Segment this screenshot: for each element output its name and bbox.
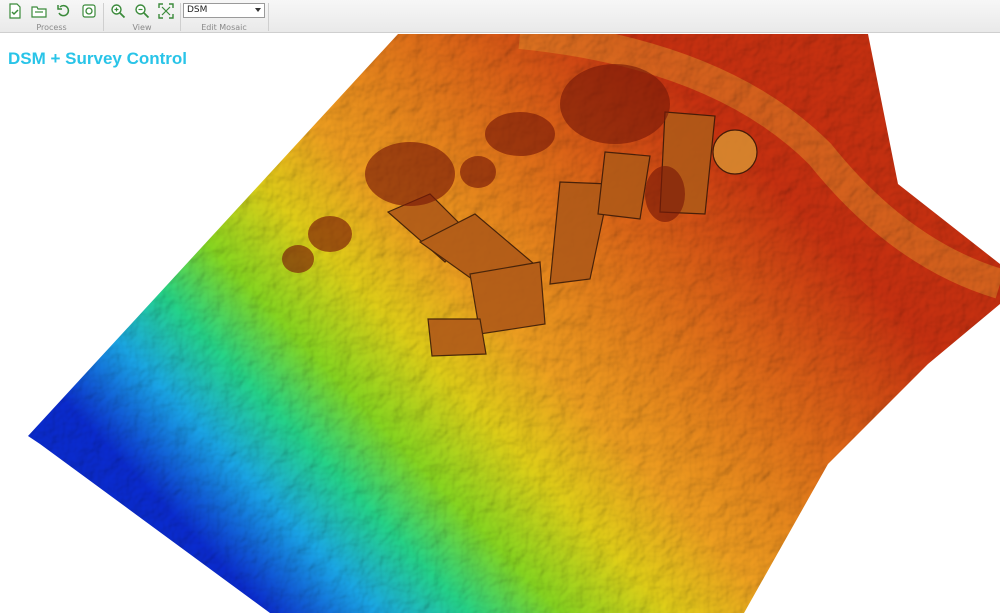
mosaic-layer-select[interactable]: DSM xyxy=(183,3,265,18)
view-group: View xyxy=(104,0,180,33)
view-caption: View xyxy=(132,23,152,32)
toolbar-divider xyxy=(268,3,269,31)
mosaic-layer-value: DSM xyxy=(187,5,208,15)
rotate-left-icon[interactable] xyxy=(55,2,73,20)
map-title: DSM + Survey Control xyxy=(8,49,187,68)
fit-extent-icon[interactable] xyxy=(157,2,175,20)
open-project-icon[interactable] xyxy=(30,2,48,20)
process-caption: Process xyxy=(36,23,67,32)
chevron-down-icon xyxy=(255,8,261,12)
edit-mosaic-caption: Edit Mosaic xyxy=(201,23,247,32)
zoom-out-icon[interactable] xyxy=(133,2,151,20)
process-group: Process xyxy=(0,0,103,33)
dsm-map-canvas[interactable]: DSM + Survey Control xyxy=(0,34,1000,613)
refresh-icon[interactable] xyxy=(80,2,98,20)
new-project-icon[interactable] xyxy=(6,2,24,20)
zoom-in-icon[interactable] xyxy=(109,2,127,20)
dsm-raster xyxy=(28,34,1000,613)
toolbar: Process View Edit Mosaic DSM xyxy=(0,0,1000,33)
